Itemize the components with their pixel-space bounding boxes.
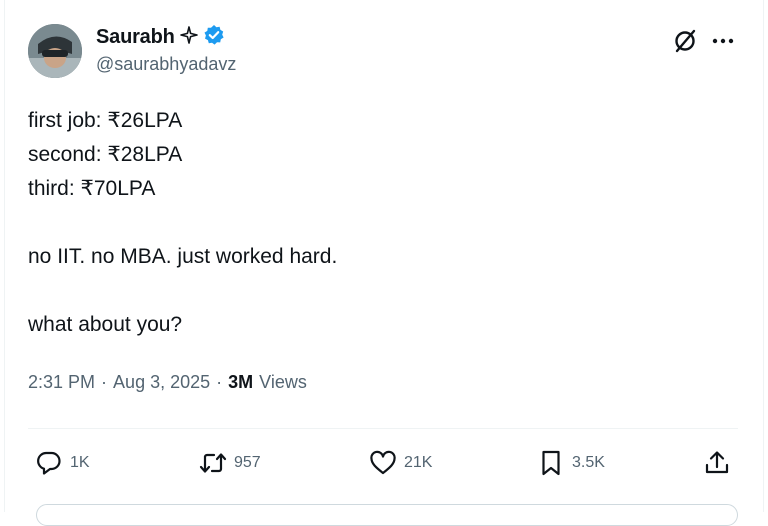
like-button[interactable]: 21K bbox=[368, 448, 432, 478]
avatar[interactable] bbox=[28, 24, 82, 78]
author-display-name[interactable]: Saurabh bbox=[96, 26, 175, 49]
more-icon[interactable] bbox=[708, 28, 738, 54]
meta-separator: · bbox=[216, 372, 223, 392]
divider bbox=[28, 428, 738, 429]
views-label[interactable]: Views bbox=[259, 372, 307, 393]
views-count[interactable]: 3M bbox=[228, 372, 253, 393]
sparkle-icon bbox=[179, 25, 198, 49]
share-icon bbox=[702, 448, 732, 478]
reply-icon bbox=[34, 448, 64, 478]
reply-composer-box[interactable] bbox=[36, 504, 738, 526]
reply-button[interactable]: 1K bbox=[34, 448, 90, 478]
repost-count: 957 bbox=[234, 454, 261, 471]
author-name-row[interactable]: Saurabh bbox=[96, 24, 225, 50]
bookmark-icon bbox=[536, 448, 566, 478]
meta-separator: · bbox=[101, 372, 108, 392]
share-button[interactable] bbox=[702, 448, 732, 478]
repost-button[interactable]: 957 bbox=[198, 448, 261, 478]
reply-count: 1K bbox=[70, 454, 90, 471]
right-border bbox=[763, 0, 764, 512]
avatar-image bbox=[28, 24, 82, 78]
like-icon bbox=[368, 448, 398, 478]
like-count: 21K bbox=[404, 454, 433, 471]
tweet-meta: 2:31 PM · Aug 3, 2025 · 3M Views bbox=[28, 372, 307, 393]
author-handle[interactable]: @saurabhyadavz bbox=[96, 54, 236, 75]
repost-icon bbox=[198, 448, 228, 478]
bookmark-count: 3.5K bbox=[572, 454, 605, 471]
verified-badge-icon[interactable] bbox=[203, 24, 225, 51]
tweet-text: first job: ₹26LPA second: ₹28LPA third: … bbox=[28, 109, 338, 336]
tweet-date[interactable]: Aug 3, 2025 bbox=[113, 372, 210, 393]
bookmark-button[interactable]: 3.5K bbox=[536, 448, 605, 478]
left-border bbox=[4, 0, 5, 512]
tweet-time[interactable]: 2:31 PM bbox=[28, 372, 95, 393]
grok-icon[interactable] bbox=[672, 28, 698, 54]
action-bar: 1K 957 21K 3.5K bbox=[0, 448, 768, 480]
